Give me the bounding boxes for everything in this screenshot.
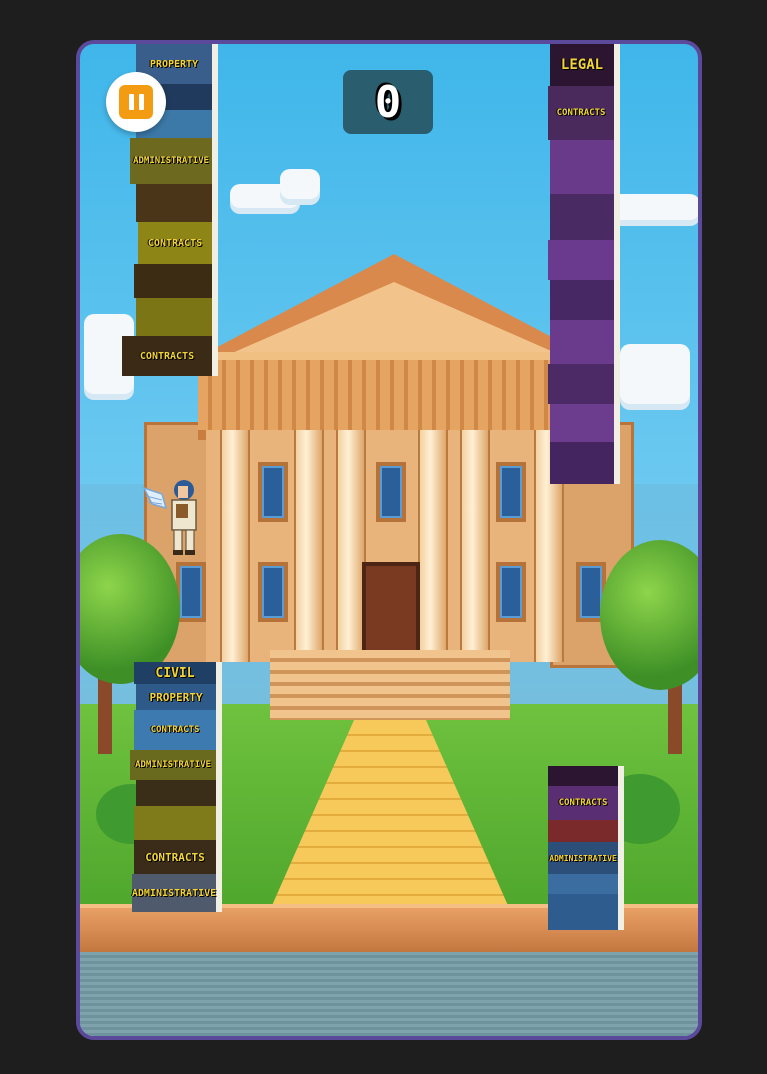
cloud — [620, 344, 690, 404]
column — [460, 430, 490, 662]
window — [376, 462, 406, 522]
pause-button[interactable] — [106, 72, 166, 132]
window — [176, 562, 206, 622]
book-block — [548, 240, 620, 280]
book-block: CONTRACTS — [548, 786, 624, 820]
pause-icon — [119, 85, 153, 119]
book-block: LEGAL — [550, 44, 620, 86]
book-label: ADMINISTRATIVE — [549, 853, 617, 863]
entablature — [198, 352, 558, 440]
book-block — [550, 442, 620, 484]
book-block: ADMINISTRATIVE — [132, 874, 222, 912]
book-block — [550, 280, 620, 320]
book-block — [548, 874, 624, 894]
book-label: CONTRACTS — [558, 798, 608, 808]
window — [496, 462, 526, 522]
window — [258, 462, 288, 522]
book-label: LEGAL — [560, 57, 604, 73]
book-block — [548, 820, 624, 842]
book-label: CONTRACTS — [145, 850, 205, 864]
book-block: CONTRACTS — [134, 840, 222, 874]
water — [80, 952, 698, 1036]
book-block — [548, 766, 624, 786]
book-label: PROPERTY — [149, 690, 203, 704]
book-block — [548, 894, 624, 930]
book-block — [136, 298, 218, 336]
steps — [270, 650, 510, 720]
book-label: CONTRACTS — [147, 237, 203, 249]
book-block — [550, 140, 620, 194]
book-label: PROPERTY — [149, 58, 199, 70]
book-block — [550, 404, 620, 442]
book-label: ADMINISTRATIVE — [131, 887, 217, 899]
book-block — [550, 320, 620, 364]
column — [220, 430, 250, 662]
wing-icon — [142, 486, 168, 510]
book-tower-top-right: LEGAL CONTRACTS — [548, 44, 620, 484]
book-tower-bottom-left: CIVIL PROPERTY CONTRACTS ADMINISTRATIVE CONT… — [130, 662, 222, 912]
book-label: CONTRACTS — [139, 350, 195, 362]
window — [496, 562, 526, 622]
window — [258, 562, 288, 622]
column — [418, 430, 448, 662]
book-label: ADMINISTRATIVE — [135, 760, 211, 770]
book-block — [550, 194, 620, 240]
book-block: ADMINISTRATIVE — [130, 750, 222, 780]
book-block — [548, 364, 620, 404]
game-frame[interactable]: PROPERTY ADMINISTRATIVE CONTRACTS CONTRACTS… — [76, 40, 702, 1040]
book-block — [134, 264, 218, 298]
courthouse-door — [362, 562, 420, 656]
book-label: ADMINISTRATIVE — [133, 156, 209, 166]
book-label: CONTRACTS — [150, 725, 200, 735]
book-tower-bottom-right: CONTRACTS ADMINISTRATIVE — [548, 766, 624, 930]
book-block: CONTRACTS — [548, 86, 620, 140]
book-block: ADMINISTRATIVE — [548, 842, 624, 874]
book-block: CONTRACTS — [138, 222, 218, 264]
book-block: ADMINISTRATIVE — [130, 138, 218, 184]
book-label: CIVIL — [155, 665, 195, 681]
book-label: CONTRACTS — [556, 108, 606, 118]
book-block — [136, 184, 218, 222]
angel-lawyer-player — [142, 480, 197, 555]
book-block: CONTRACTS — [122, 336, 218, 376]
book-block — [136, 780, 222, 806]
pediment-inner — [230, 282, 558, 354]
score-display: 0 — [343, 70, 433, 134]
column — [294, 430, 324, 662]
cloud — [280, 169, 320, 199]
book-block: PROPERTY — [136, 684, 222, 710]
cloud — [610, 194, 698, 220]
book-block: CIVIL — [134, 662, 222, 684]
book-block: CONTRACTS — [134, 710, 222, 750]
book-block — [134, 806, 222, 840]
